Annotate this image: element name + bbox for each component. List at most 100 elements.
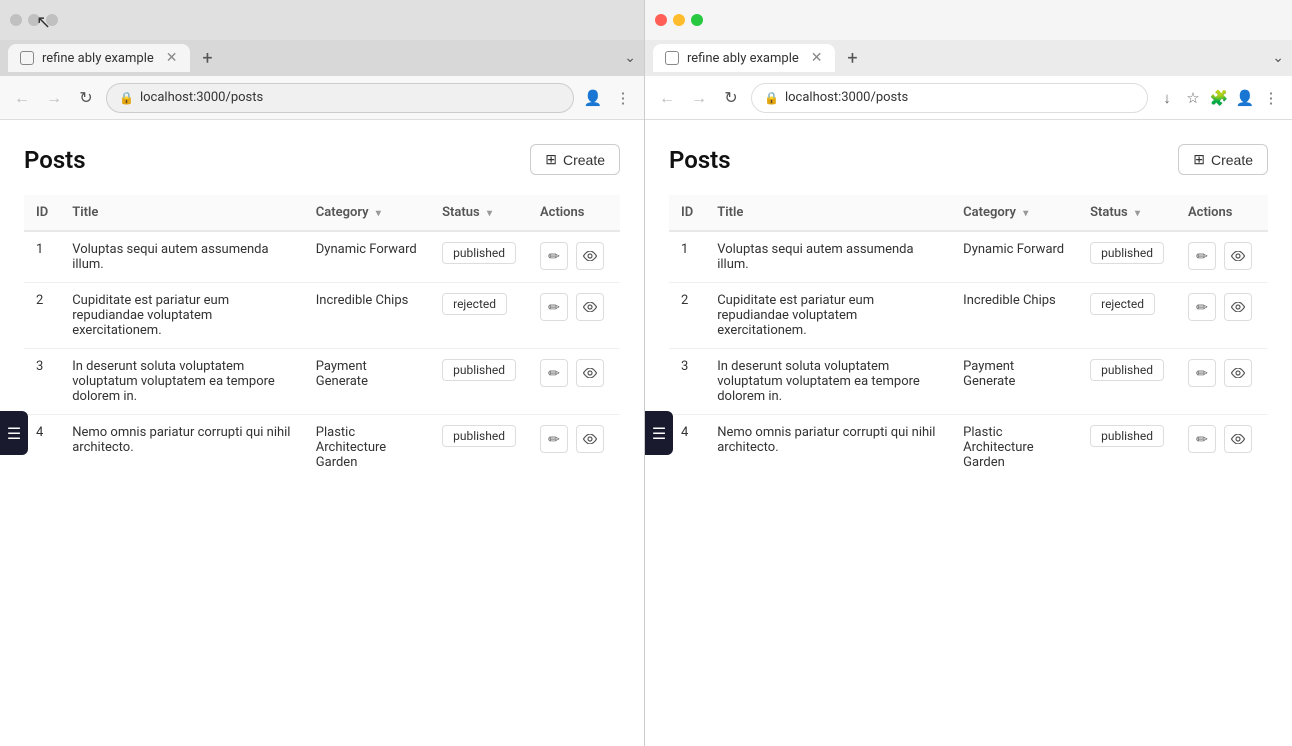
view-button[interactable]	[576, 242, 604, 270]
right-active-tab[interactable]: refine ably example ✕	[653, 44, 835, 72]
right-table-head: ID Title Category ▾ Status ▾ Actions	[669, 195, 1268, 231]
edit-button[interactable]: ✏	[1188, 425, 1216, 453]
cell-status: published	[430, 231, 528, 283]
right-status-sort-icon: ▾	[1135, 208, 1140, 219]
actions-cell: ✏	[1188, 242, 1256, 270]
right-more-icon[interactable]: ⋮	[1260, 87, 1282, 109]
cell-category: Payment Generate	[304, 349, 430, 415]
cell-status: published	[1078, 415, 1176, 481]
right-tab-favicon	[665, 51, 679, 65]
cell-id: 4	[24, 415, 60, 481]
left-table-head: ID Title Category ▾ Status ▾ Actions	[24, 195, 620, 231]
view-button[interactable]	[1224, 293, 1252, 321]
right-extensions-icon[interactable]: 🧩	[1208, 87, 1230, 109]
cell-title: Nemo omnis pariatur corrupti qui nihil a…	[60, 415, 304, 481]
cell-title: Voluptas sequi autem assumenda illum.	[705, 231, 951, 283]
left-back-button[interactable]: ←	[10, 86, 34, 110]
right-forward-button[interactable]: →	[687, 86, 711, 110]
right-col-status[interactable]: Status ▾	[1078, 195, 1176, 231]
right-refresh-button[interactable]: ↻	[719, 86, 743, 110]
right-tab-expand[interactable]: ⌄	[1272, 50, 1284, 66]
cell-actions: ✏	[528, 231, 620, 283]
left-min-control[interactable]	[28, 14, 40, 26]
edit-button[interactable]: ✏	[1188, 242, 1216, 270]
right-sidebar-toggle[interactable]: ☰	[645, 411, 673, 455]
view-button[interactable]	[1224, 425, 1252, 453]
left-create-label: Create	[563, 152, 605, 168]
right-create-button[interactable]: ⊞ Create	[1178, 144, 1268, 175]
left-create-button[interactable]: ⊞ Create	[530, 144, 620, 175]
edit-button[interactable]: ✏	[540, 242, 568, 270]
cell-category: Dynamic Forward	[304, 231, 430, 283]
right-browser: ↖ refine ably example ✕ + ⌄ ← → ↻ 🔒 loca…	[645, 0, 1292, 746]
cell-title: Cupiditate est pariatur eum repudiandae …	[705, 283, 951, 349]
actions-cell: ✏	[1188, 359, 1256, 387]
left-active-tab[interactable]: refine ably example ✕	[8, 44, 190, 72]
right-url-bar[interactable]: 🔒 localhost:3000/posts	[751, 83, 1148, 113]
right-address-bar: ← → ↻ 🔒 localhost:3000/posts ↓ ☆ 🧩 👤 ⋮	[645, 76, 1292, 120]
left-url-bar[interactable]: 🔒 localhost:3000/posts	[106, 83, 574, 113]
left-refresh-button[interactable]: ↻	[74, 86, 98, 110]
cell-status: published	[1078, 231, 1176, 283]
right-min-control[interactable]	[673, 14, 685, 26]
view-button[interactable]	[576, 359, 604, 387]
right-star-icon[interactable]: ☆	[1182, 87, 1204, 109]
table-row: 2 Cupiditate est pariatur eum repudianda…	[669, 283, 1268, 349]
status-badge: rejected	[1090, 293, 1155, 315]
status-badge: published	[442, 425, 516, 447]
right-tab-close[interactable]: ✕	[811, 50, 823, 66]
table-row: 3 In deserunt soluta voluptatem voluptat…	[24, 349, 620, 415]
left-col-id: ID	[24, 195, 60, 231]
right-back-button[interactable]: ←	[655, 86, 679, 110]
view-button[interactable]	[576, 425, 604, 453]
view-button[interactable]	[576, 293, 604, 321]
view-button[interactable]	[1224, 242, 1252, 270]
right-new-tab-button[interactable]: +	[839, 44, 867, 72]
table-row: 3 In deserunt soluta voluptatem voluptat…	[669, 349, 1268, 415]
view-button[interactable]	[1224, 359, 1252, 387]
cell-status: published	[430, 349, 528, 415]
left-col-actions: Actions	[528, 195, 620, 231]
right-max-control[interactable]	[691, 14, 703, 26]
left-col-category[interactable]: Category ▾	[304, 195, 430, 231]
status-badge: published	[442, 359, 516, 381]
right-col-category[interactable]: Category ▾	[951, 195, 1078, 231]
left-lock-icon: 🔒	[119, 91, 134, 105]
edit-button[interactable]: ✏	[1188, 293, 1216, 321]
left-col-status[interactable]: Status ▾	[430, 195, 528, 231]
left-more-icon[interactable]: ⋮	[612, 87, 634, 109]
right-bookmark-icon[interactable]: ↓	[1156, 87, 1178, 109]
edit-button[interactable]: ✏	[540, 293, 568, 321]
left-new-tab-button[interactable]: +	[194, 44, 222, 72]
cell-actions: ✏	[1176, 283, 1268, 349]
left-forward-button[interactable]: →	[42, 86, 66, 110]
left-user-icon[interactable]: 👤	[582, 87, 604, 109]
left-page-wrapper: ☰ Posts ⊞ Create ID Title	[0, 120, 644, 746]
cell-status: published	[430, 415, 528, 481]
right-address-icons: ↓ ☆ 🧩 👤 ⋮	[1156, 87, 1282, 109]
left-tab-expand[interactable]: ⌄	[624, 50, 636, 66]
cell-id: 3	[24, 349, 60, 415]
cell-title: Nemo omnis pariatur corrupti qui nihil a…	[705, 415, 951, 481]
cell-actions: ✏	[528, 415, 620, 481]
left-sidebar-toggle[interactable]: ☰	[0, 411, 28, 455]
left-tab-title: refine ably example	[42, 51, 154, 66]
right-close-control[interactable]	[655, 14, 667, 26]
cell-status: rejected	[430, 283, 528, 349]
right-category-sort-icon: ▾	[1023, 208, 1028, 219]
right-profile-icon[interactable]: 👤	[1234, 87, 1256, 109]
edit-button[interactable]: ✏	[540, 425, 568, 453]
cell-status: rejected	[1078, 283, 1176, 349]
left-max-control[interactable]	[46, 14, 58, 26]
edit-button[interactable]: ✏	[1188, 359, 1216, 387]
edit-button[interactable]: ✏	[540, 359, 568, 387]
right-tab-bar: refine ably example ✕ + ⌄	[645, 40, 1292, 76]
cell-actions: ✏	[528, 283, 620, 349]
status-badge: published	[1090, 359, 1164, 381]
table-row: 2 Cupiditate est pariatur eum repudianda…	[24, 283, 620, 349]
left-tab-close[interactable]: ✕	[166, 50, 178, 66]
cell-title: Cupiditate est pariatur eum repudiandae …	[60, 283, 304, 349]
table-row: 4 Nemo omnis pariatur corrupti qui nihil…	[669, 415, 1268, 481]
left-browser: refine ably example ✕ + ⌄ ← → ↻ 🔒 localh…	[0, 0, 645, 746]
left-close-control[interactable]	[10, 14, 22, 26]
